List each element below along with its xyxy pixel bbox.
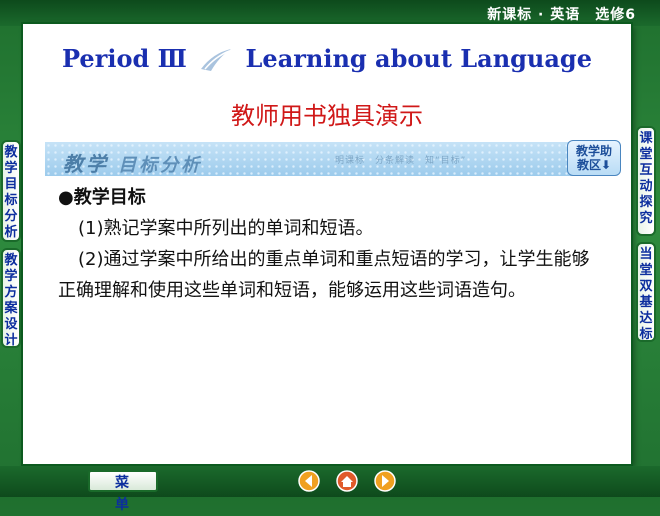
left-tab-label: 教学目标分析 bbox=[4, 145, 18, 240]
title-topic: Learning about Language bbox=[245, 44, 592, 73]
title-period: Period Ⅲ bbox=[62, 44, 187, 73]
content-item-1: (1)熟记学案中所列出的单词和短语。 bbox=[78, 218, 374, 239]
course-header: 新课标 · 英语 选修6 bbox=[487, 7, 636, 23]
top-bar: 新课标 · 英语 选修6 bbox=[0, 0, 660, 26]
right-tab-label: 当堂双基达标 bbox=[639, 247, 653, 342]
section-label-a: 教学 bbox=[63, 152, 109, 176]
teaching-helper-button[interactable]: 教学助 教区⬇ bbox=[567, 140, 621, 176]
section-aux-text: 明课标 分条解读 知“目标” bbox=[335, 156, 467, 166]
menu-button[interactable]: 菜 单 bbox=[88, 470, 158, 513]
right-tab-basic-mastery[interactable]: 当堂双基达标 bbox=[636, 242, 656, 342]
left-tab-goal-analysis[interactable]: 教学目标分析 bbox=[1, 140, 21, 242]
left-tab-label: 教学方案设计 bbox=[4, 253, 18, 348]
section-band: 教学 目标分析 明课标 分条解读 知“目标” bbox=[45, 142, 585, 176]
section-label-b: 目标分析 bbox=[118, 155, 203, 176]
section-label: 教学 目标分析 bbox=[63, 148, 202, 176]
subtitle: 教师用书独具演示 bbox=[231, 102, 423, 130]
content-area: ●教学目标 (1)熟记学案中所列出的单词和短语。 (2)通过学案中所给出的重点单… bbox=[58, 182, 598, 306]
content-heading: ●教学目标 bbox=[58, 187, 146, 208]
helper-line1: 教学助 bbox=[575, 144, 612, 158]
content-item-2: (2)通过学案中所给出的重点单词和重点短语的学习，让学生能够正确理解和使用这些单… bbox=[58, 249, 590, 301]
right-tab-classroom-explore[interactable]: 课堂互动探究 bbox=[636, 126, 656, 236]
next-arrow-icon[interactable] bbox=[374, 470, 396, 492]
page-title: Period Ⅲ Learning about Language bbox=[23, 44, 631, 75]
prev-arrow-icon[interactable] bbox=[298, 470, 320, 492]
right-tab-label: 课堂互动探究 bbox=[639, 131, 653, 226]
home-icon[interactable] bbox=[336, 470, 358, 492]
helper-line2: 教区⬇ bbox=[576, 158, 612, 172]
swoosh-icon bbox=[201, 48, 232, 71]
left-tab-plan-design[interactable]: 教学方案设计 bbox=[1, 248, 21, 348]
